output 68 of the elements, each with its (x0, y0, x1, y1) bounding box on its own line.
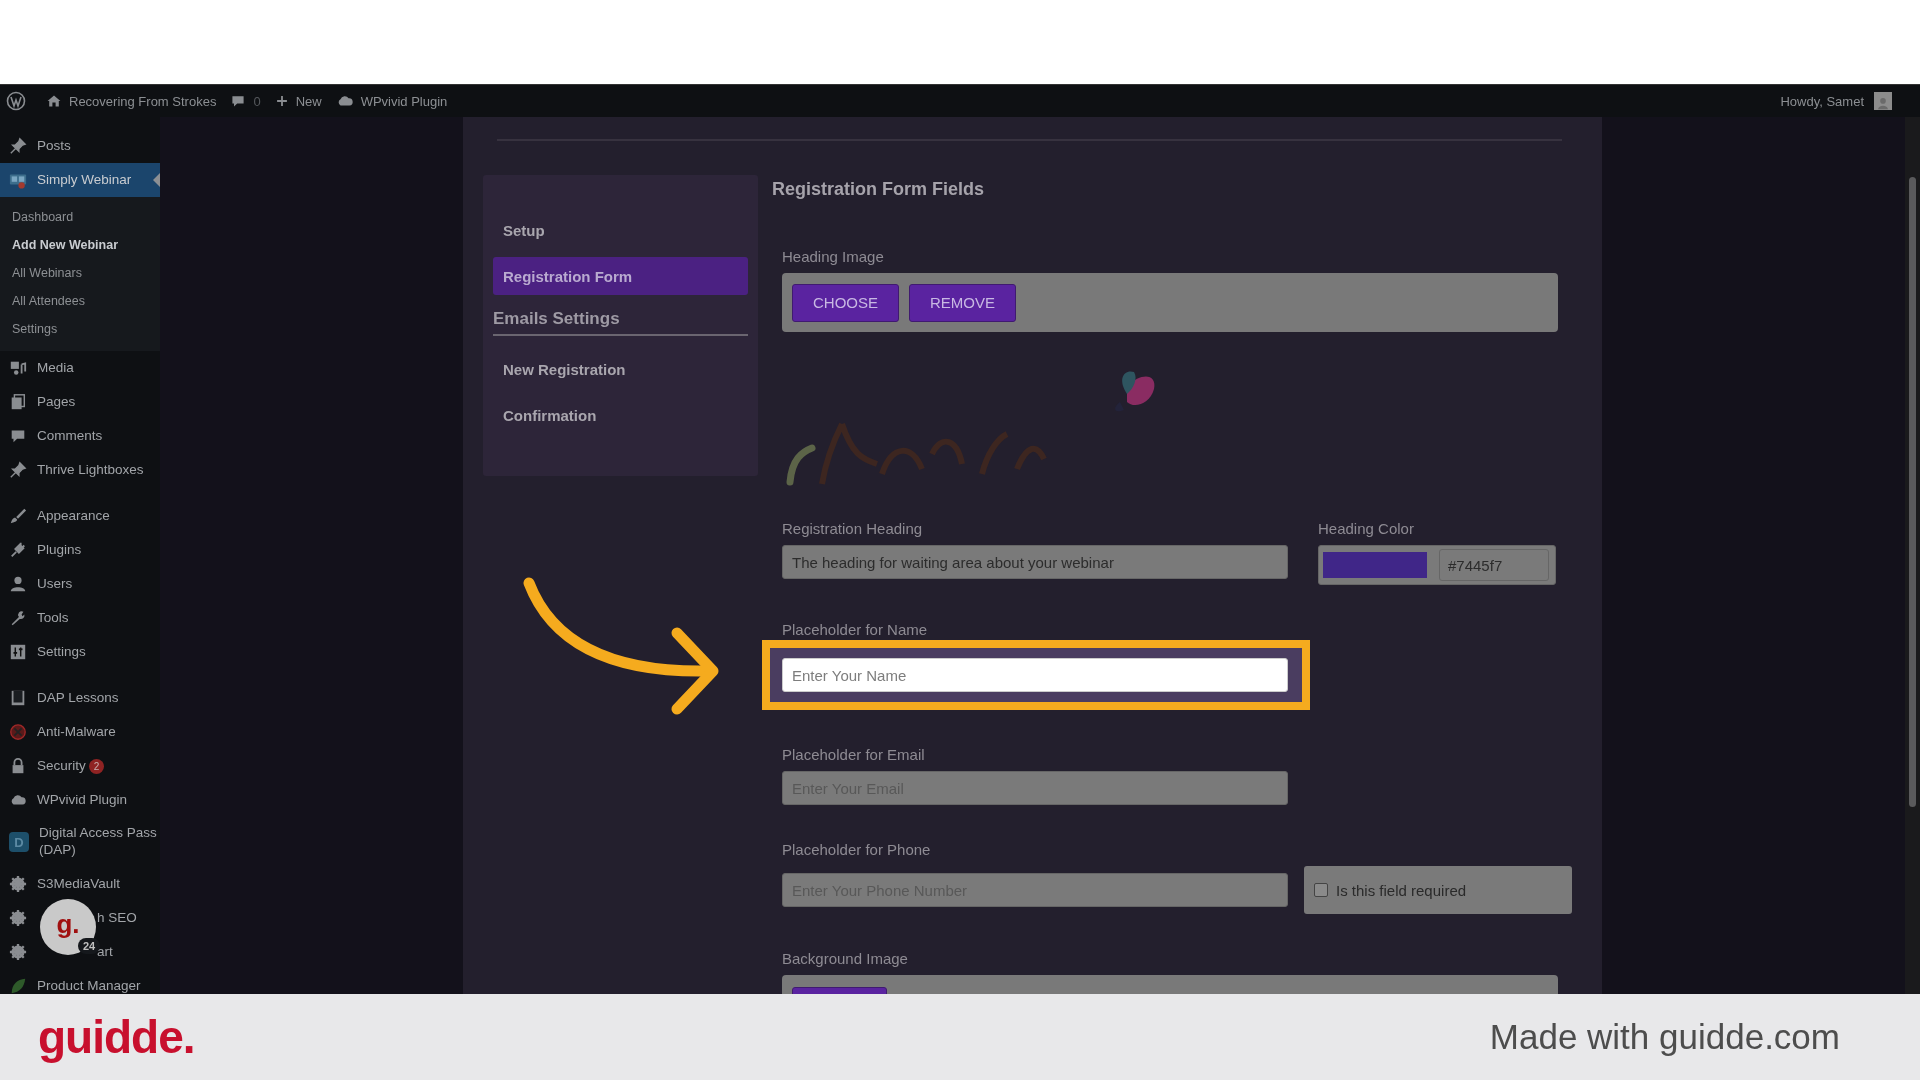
menu-item[interactable]: DAP Lessons (0, 681, 160, 715)
new-label[interactable]: New (295, 93, 322, 109)
menu-label[interactable]: Posts (37, 137, 71, 155)
plugin-label[interactable]: WPvivid Plugin (360, 93, 448, 109)
field-label: Heading Color (1318, 520, 1415, 537)
menu-label[interactable]: Settings (37, 643, 86, 661)
menu-item[interactable]: Appearance (0, 499, 160, 533)
submenu-item[interactable]: Add New Webinar (0, 231, 160, 259)
plugin-logo-icon: D (9, 832, 29, 852)
submenu-item[interactable]: Settings (0, 315, 160, 343)
section-title: Registration Form Fields (772, 179, 986, 200)
menu-item[interactable]: Comments (0, 419, 160, 453)
nav-tab[interactable]: Confirmation (493, 396, 748, 434)
count-badge: 2 (88, 758, 105, 774)
upload-button[interactable]: REMOVE (909, 283, 1017, 322)
menu-label[interactable]: Media (37, 359, 74, 377)
menu-label[interactable]: art (97, 943, 113, 961)
nav-tab[interactable]: Registration Form (493, 257, 748, 295)
menu-label[interactable]: Digital Access Pass (DAP) (39, 825, 160, 859)
menu-label[interactable]: Users (37, 575, 73, 593)
submenu-item[interactable]: Dashboard (0, 203, 160, 231)
menu-label[interactable]: Pages (37, 393, 76, 411)
field-label: Registration Heading (782, 520, 924, 537)
plugin-link[interactable]: WPvivid Plugin (335, 92, 448, 110)
menu-label[interactable]: Anti-Malware (37, 723, 116, 741)
menu-label[interactable]: Security (37, 757, 86, 775)
menu-item[interactable]: S3MediaVault (0, 867, 160, 901)
brand-logo[interactable]: guidde. (38, 1010, 195, 1064)
menu-label[interactable]: Plugins (37, 541, 82, 559)
menu-item[interactable]: D Digital Access Pass (DAP) (0, 817, 160, 867)
field-label: Heading Image (782, 248, 885, 265)
user-greeting[interactable]: Howdy, Samet (1780, 93, 1864, 109)
menu-item[interactable]: Posts (0, 129, 160, 163)
menu-item[interactable]: Users (0, 567, 160, 601)
new-link[interactable]: New (274, 93, 322, 109)
menu-item[interactable]: Media (0, 351, 160, 385)
menu-label[interactable]: Product Manager (37, 977, 141, 994)
menu-label[interactable]: Appearance (37, 507, 110, 525)
menu-item[interactable]: Tools (0, 601, 160, 635)
nav-tab[interactable]: Setup (493, 211, 748, 249)
menu-label[interactable]: Thrive Lightboxes (37, 461, 144, 479)
menu-item[interactable]: WPvivid Plugin (0, 783, 160, 817)
menu-label[interactable]: WPvivid Plugin (37, 791, 128, 809)
avatar-logo: g. (56, 908, 80, 940)
submenu-item[interactable]: All Attendees (0, 287, 160, 315)
submenu-item[interactable]: All Webinars (0, 259, 160, 287)
nav-tab[interactable]: New Registration (493, 350, 748, 388)
menu-item[interactable]: Plugins (0, 533, 160, 567)
menu-label[interactable]: Simply Webinar (37, 171, 132, 189)
menu-item[interactable]: Thrive Lightboxes (0, 453, 160, 487)
menu-label[interactable]: DAP Lessons (37, 689, 119, 707)
menu-item[interactable]: Anti-Malware (0, 715, 160, 749)
upload-button[interactable]: CHOOSE (792, 283, 899, 322)
credit-text: Made with guidde.com (1489, 1017, 1840, 1057)
menu-label[interactable]: S3MediaVault (37, 875, 121, 893)
menu-item[interactable]: Settings (0, 635, 160, 669)
menu-label[interactable]: Tools (37, 609, 69, 627)
menu-item[interactable]: Product Manager (0, 969, 160, 994)
menu-label[interactable]: Comments (37, 427, 103, 445)
field-label: Placeholder for Phone (782, 841, 932, 858)
menu-item[interactable]: Security 2 (0, 749, 160, 783)
field-label: Placeholder for Name (782, 621, 929, 638)
field-label: Placeholder for Email (782, 746, 926, 763)
menu-label[interactable]: h SEO (97, 909, 137, 927)
menu-item[interactable]: Pages (0, 385, 160, 419)
section-heading: Emails Settings (493, 305, 748, 336)
field-label: Background Image (782, 950, 909, 967)
menu-item[interactable]: Simply Webinar (0, 163, 160, 197)
